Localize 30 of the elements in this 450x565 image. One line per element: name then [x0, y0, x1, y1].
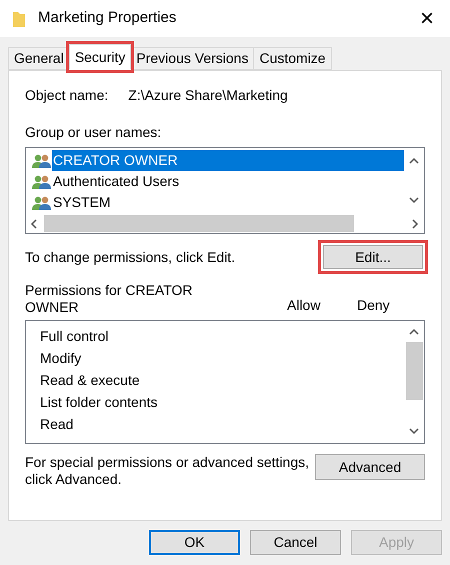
permission-name: Modify: [40, 349, 82, 368]
hint-text: For special permissions or advanced settings, click Advanced.: [25, 454, 310, 488]
scrollbar-thumb[interactable]: [44, 215, 354, 232]
section-label: Permissions for CREATOR OWNER: [25, 282, 194, 316]
list-item[interactable]: CREATOR OWNER: [52, 150, 404, 171]
tab[interactable]: Customize: [253, 47, 332, 70]
permission-name: Full control: [40, 327, 110, 346]
folder-icon: [12, 10, 26, 28]
column-header: Deny: [357, 296, 390, 315]
users-icon: [32, 194, 52, 210]
scrollbar-thumb[interactable]: [406, 342, 422, 400]
object-path: Z:\Azure Share\Marketing: [128, 86, 288, 105]
users-icon: [32, 174, 52, 190]
permission-name: Read & execute: [40, 371, 141, 390]
edit-button[interactable]: Edit...: [323, 245, 423, 269]
window-title: Marketing Properties: [38, 8, 178, 28]
tab[interactable]: Security: [68, 44, 132, 70]
dialog-button[interactable]: Cancel: [250, 530, 341, 555]
permission-name: Read: [40, 415, 74, 434]
field-label: Object name:: [25, 86, 108, 105]
dialog-button[interactable]: OK: [149, 530, 240, 555]
column-header: Allow: [287, 296, 322, 315]
close-button[interactable]: ×: [416, 6, 438, 30]
advanced-button[interactable]: Advanced: [315, 454, 425, 480]
permission-name: List folder contents: [40, 393, 159, 412]
list-item[interactable]: SYSTEM: [52, 192, 404, 213]
section-label: Group or user names:: [25, 123, 162, 142]
hint-text: To change permissions, click Edit.: [25, 248, 236, 267]
users-icon: [32, 152, 52, 168]
list-item[interactable]: Authenticated Users: [52, 171, 404, 192]
